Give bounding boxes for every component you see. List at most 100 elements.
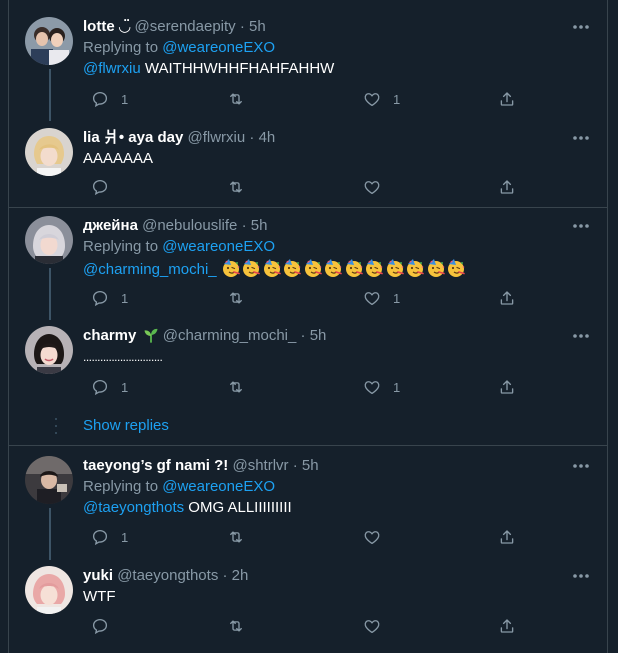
tweet-actions: 1	[81, 526, 541, 548]
retweet-icon	[230, 620, 242, 632]
share-button[interactable]	[498, 526, 516, 548]
avatar[interactable]	[25, 456, 73, 504]
retweet-icon	[230, 531, 242, 543]
heart-icon	[364, 181, 380, 195]
avatar[interactable]	[25, 216, 73, 264]
timestamp[interactable]: 5h	[310, 327, 327, 344]
timestamp[interactable]: 5h	[302, 457, 319, 474]
tweet-actions: 1 1	[81, 88, 541, 110]
timestamp[interactable]: 4h	[259, 129, 276, 146]
more-options-icon[interactable]	[569, 130, 593, 146]
retweet-button[interactable]	[227, 88, 257, 110]
share-button[interactable]	[498, 88, 516, 110]
reply-icon	[92, 379, 108, 396]
replying-to-link[interactable]: @weareoneEXO	[162, 478, 275, 495]
retweet-button[interactable]	[227, 176, 245, 198]
reply-button[interactable]	[91, 615, 109, 637]
mention-link[interactable]: @flwrxiu	[83, 60, 141, 77]
mention-link[interactable]: @charming_mochi_	[83, 261, 217, 278]
like-button[interactable]	[363, 615, 381, 637]
heart-icon	[364, 531, 380, 545]
user-handle[interactable]: @charming_mochi_	[163, 327, 297, 344]
reply-button[interactable]: 1	[91, 88, 128, 110]
display-name[interactable]: yuki	[83, 567, 113, 584]
user-handle[interactable]: @nebulouslife	[142, 217, 237, 234]
reply-icon	[92, 91, 108, 108]
emoji-row	[221, 258, 467, 278]
user-handle[interactable]: @shtrlvr	[232, 457, 288, 474]
separator-dot: ·	[239, 18, 245, 35]
partying-face-icon	[446, 258, 466, 278]
partying-face-icon	[282, 258, 302, 278]
user-handle[interactable]: @serendaepity	[135, 18, 236, 35]
tweet-text: @flwrxiu WAITHHWHHFHAHFAHHW	[83, 60, 335, 77]
show-replies-link[interactable]: Show replies	[83, 416, 169, 436]
like-button[interactable]: 1	[363, 88, 400, 110]
reply-button[interactable]: 1	[91, 287, 128, 309]
reply-count: 1	[121, 379, 129, 395]
display-name[interactable]: charmy	[83, 327, 136, 344]
partying-face-icon	[426, 258, 446, 278]
share-button[interactable]	[498, 287, 516, 309]
user-handle[interactable]: @taeyongthots	[117, 567, 218, 584]
more-options-icon[interactable]	[569, 328, 593, 344]
more-options-icon[interactable]	[569, 19, 593, 35]
tweet-actions	[81, 615, 541, 637]
tweet-text: @taeyongthots OMG ALLIIIIIIIII	[83, 499, 292, 516]
thread-line	[49, 508, 51, 560]
timestamp[interactable]: 5h	[251, 217, 268, 234]
share-button[interactable]	[498, 615, 516, 637]
partying-face-icon	[385, 258, 405, 278]
tweet-thread: lotte ◡̈ @serendaepity · 5h Replying to …	[8, 0, 608, 653]
retweet-icon	[230, 93, 242, 105]
timestamp[interactable]: 5h	[249, 18, 266, 35]
replying-to-link[interactable]: @weareoneEXO	[162, 39, 275, 56]
thread-line	[49, 268, 51, 320]
like-button[interactable]: 1	[363, 287, 400, 309]
separator-dot: ·	[222, 567, 228, 584]
separator-dot: ·	[300, 327, 306, 344]
like-button[interactable]: 1	[363, 376, 400, 398]
heart-icon	[364, 381, 380, 395]
avatar[interactable]	[25, 128, 73, 176]
display-name[interactable]: джейна	[83, 217, 138, 234]
like-button[interactable]	[363, 526, 393, 548]
more-options-icon[interactable]	[569, 218, 593, 234]
separator-dot: ·	[241, 217, 247, 234]
heart-icon	[364, 620, 380, 634]
retweet-button[interactable]	[227, 287, 257, 309]
like-count: 1	[393, 91, 401, 107]
mention-link[interactable]: @taeyongthots	[83, 499, 184, 516]
display-name[interactable]: taeyong’s gf nami ?!	[83, 457, 228, 474]
reply-button[interactable]: 1	[91, 526, 128, 548]
display-name[interactable]: lotte ◡̈	[83, 18, 130, 35]
reply-button[interactable]	[91, 176, 109, 198]
more-options-icon[interactable]	[569, 458, 593, 474]
tweet-actions: 1 1	[81, 287, 541, 309]
avatar[interactable]	[25, 566, 73, 614]
partying-face-icon	[323, 258, 343, 278]
divider	[9, 445, 607, 446]
reply-button[interactable]: 1	[91, 376, 128, 398]
avatar[interactable]	[25, 326, 73, 374]
share-button[interactable]	[498, 176, 516, 198]
heart-icon	[364, 93, 380, 107]
more-options-icon[interactable]	[569, 568, 593, 584]
tweet-text: AAAAAAA	[83, 150, 154, 167]
like-count: 1	[393, 379, 401, 395]
share-button[interactable]	[498, 376, 516, 398]
retweet-button[interactable]	[227, 615, 245, 637]
partying-face-icon	[344, 258, 364, 278]
display-name[interactable]: lia 爿• aya day	[83, 129, 183, 146]
like-button[interactable]	[363, 176, 381, 198]
partying-face-icon	[221, 258, 241, 278]
replying-to-link[interactable]: @weareoneEXO	[162, 238, 275, 255]
timestamp[interactable]: 2h	[232, 567, 249, 584]
share-icon	[500, 180, 514, 194]
retweet-button[interactable]	[227, 376, 257, 398]
user-handle[interactable]: @flwrxiu	[187, 129, 245, 146]
share-icon	[500, 92, 514, 106]
partying-face-icon	[262, 258, 282, 278]
retweet-button[interactable]	[227, 526, 257, 548]
avatar[interactable]	[25, 17, 73, 65]
